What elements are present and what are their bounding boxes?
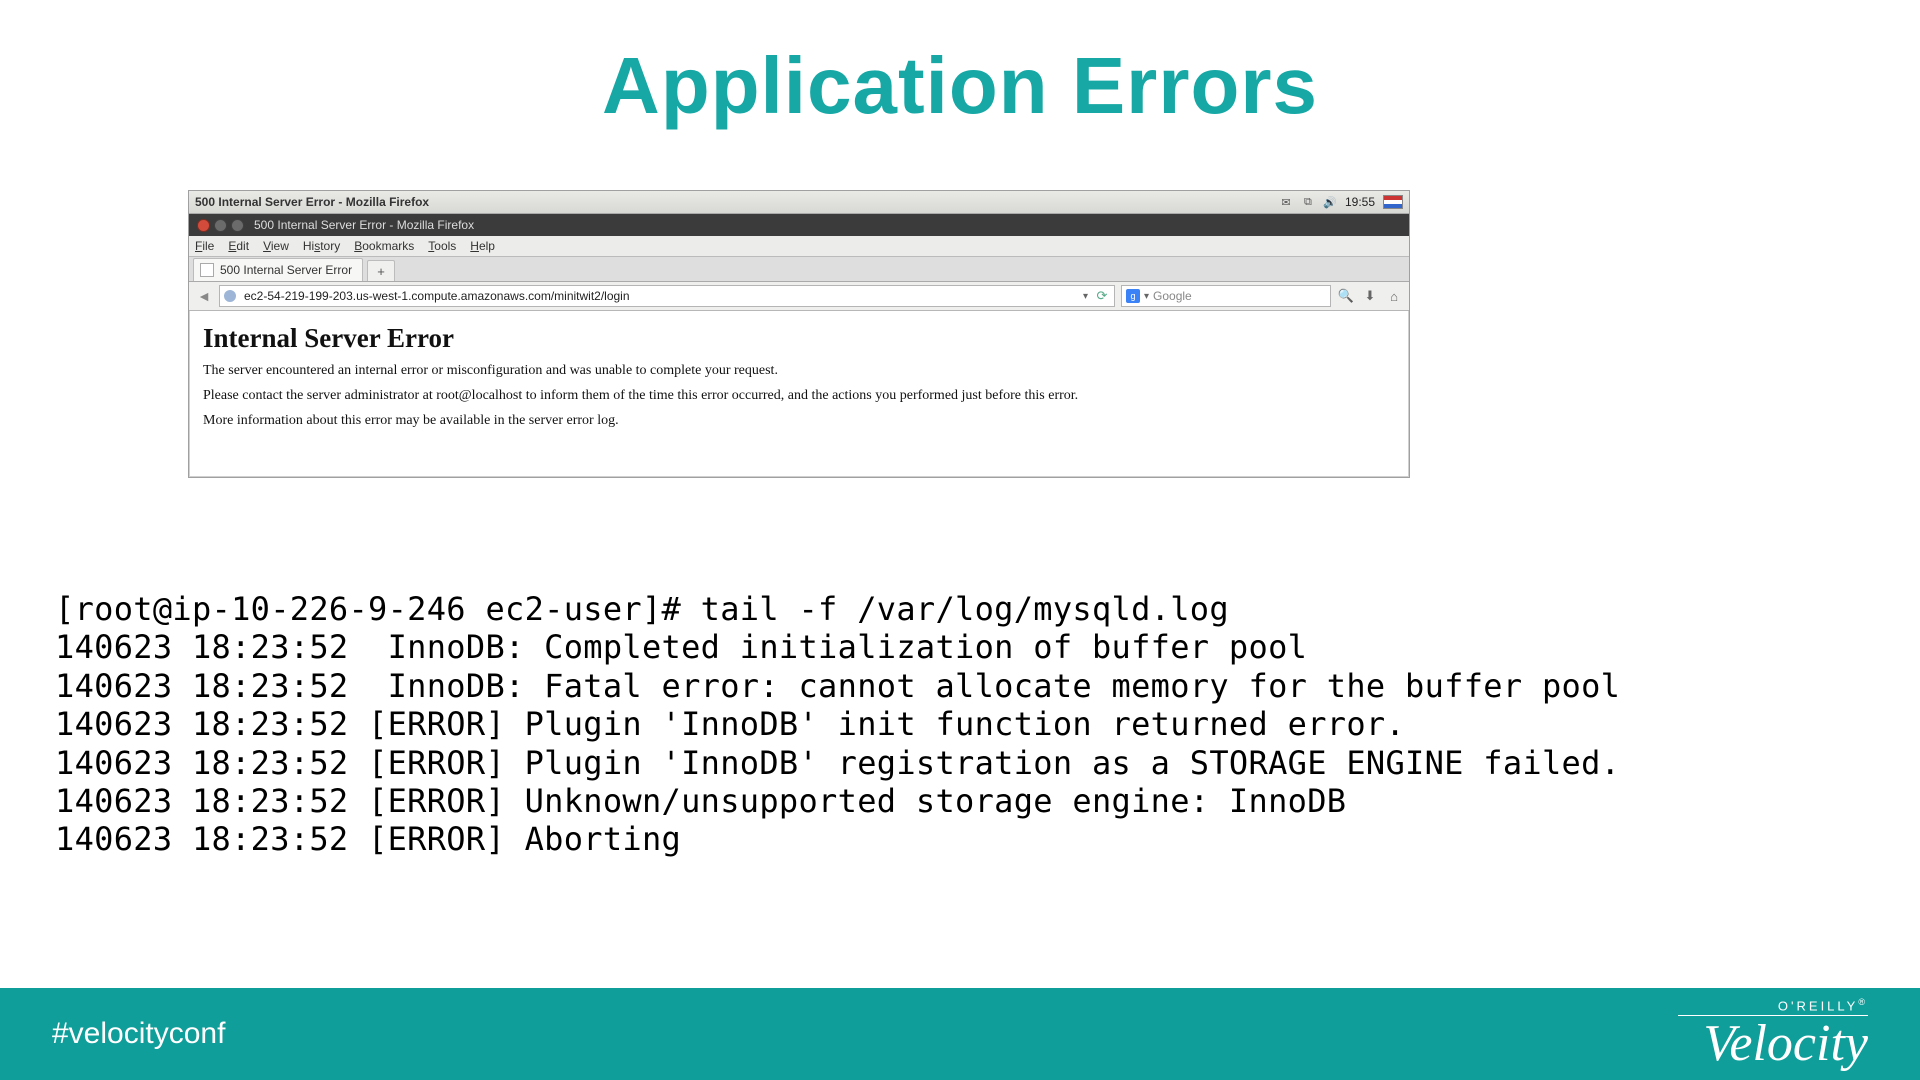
window-title: 500 Internal Server Error - Mozilla Fire… [195, 195, 429, 209]
network-icon: ⧉ [1301, 195, 1315, 209]
url-input[interactable] [242, 288, 1077, 304]
menu-help[interactable]: Help [470, 239, 495, 253]
close-icon[interactable] [197, 219, 210, 232]
menu-history[interactable]: History [303, 239, 340, 253]
search-placeholder: Google [1153, 289, 1192, 303]
window-controls[interactable] [197, 219, 244, 232]
url-bar[interactable]: ▾ ⟳ [219, 285, 1115, 307]
url-dropdown-icon[interactable]: ▾ [1083, 291, 1088, 302]
page-content: Internal Server Error The server encount… [189, 311, 1409, 477]
minimize-icon[interactable] [214, 219, 227, 232]
search-box[interactable]: g ▾ Google [1121, 285, 1331, 307]
new-tab-button[interactable]: + [367, 260, 395, 281]
terminal-output: [root@ip-10-226-9-246 ec2-user]# tail -f… [55, 590, 1885, 859]
search-engine-icon[interactable]: g [1126, 289, 1140, 303]
browser-window: 500 Internal Server Error - Mozilla Fire… [188, 190, 1410, 478]
search-dropdown-icon[interactable]: ▾ [1144, 291, 1149, 302]
error-text-3: More information about this error may be… [203, 412, 1395, 431]
back-button[interactable]: ◄ [195, 287, 213, 305]
firefox-title-text: 500 Internal Server Error - Mozilla Fire… [254, 218, 474, 232]
mail-icon: ✉ [1279, 195, 1293, 209]
maximize-icon[interactable] [231, 219, 244, 232]
site-identity-icon[interactable] [224, 290, 236, 302]
flag-icon [1383, 195, 1403, 209]
system-tray: ✉ ⧉ 🔊 19:55 [1279, 195, 1403, 209]
oreilly-text: O'REILLY [1778, 999, 1858, 1014]
downloads-icon[interactable]: ⬇ [1361, 287, 1379, 305]
menu-edit[interactable]: Edit [228, 239, 249, 253]
tab-active[interactable]: 500 Internal Server Error [193, 258, 363, 281]
menu-bookmarks[interactable]: Bookmarks [354, 239, 414, 253]
error-text-1: The server encountered an internal error… [203, 362, 1395, 381]
firefox-titlebar: 500 Internal Server Error - Mozilla Fire… [189, 214, 1409, 236]
reload-button[interactable]: ⟳ [1094, 288, 1110, 304]
slide-title: Application Errors [0, 40, 1920, 132]
tab-strip[interactable]: 500 Internal Server Error + [189, 257, 1409, 282]
menu-view[interactable]: View [263, 239, 289, 253]
slide-footer: #velocityconf O'REILLY® Velocity [0, 988, 1920, 1080]
velocity-wordmark: Velocity [1678, 1018, 1868, 1070]
menu-tools[interactable]: Tools [428, 239, 456, 253]
os-titlebar: 500 Internal Server Error - Mozilla Fire… [189, 191, 1409, 214]
favicon-icon [200, 263, 214, 277]
registered-mark: ® [1858, 997, 1868, 1007]
hashtag: #velocityconf [52, 1017, 1678, 1051]
home-icon[interactable]: ⌂ [1385, 287, 1403, 305]
velocity-logo: O'REILLY® Velocity [1678, 998, 1868, 1069]
nav-toolbar: ◄ ▾ ⟳ g ▾ Google 🔍 ⬇ ⌂ [189, 282, 1409, 311]
error-text-2: Please contact the server administrator … [203, 387, 1395, 406]
error-heading: Internal Server Error [203, 323, 1395, 354]
volume-icon: 🔊 [1323, 195, 1337, 209]
clock: 19:55 [1345, 195, 1375, 209]
search-icon[interactable]: 🔍 [1337, 287, 1355, 305]
menu-file[interactable]: File [195, 239, 214, 253]
tab-label: 500 Internal Server Error [220, 263, 352, 277]
menubar[interactable]: File Edit View History Bookmarks Tools H… [189, 236, 1409, 257]
